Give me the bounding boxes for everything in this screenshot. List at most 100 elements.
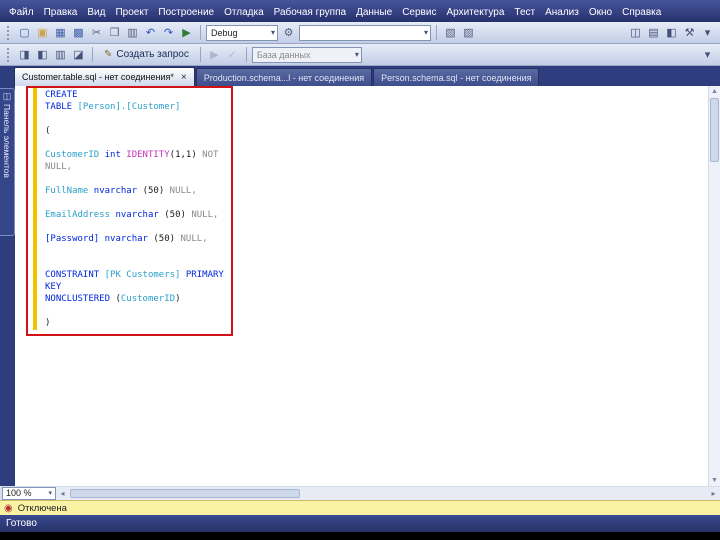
menu-item[interactable]: Тест bbox=[509, 5, 540, 20]
code-line: FullName nvarchar (50) NULL, bbox=[45, 186, 197, 196]
pencil-icon: ✎ bbox=[104, 49, 113, 60]
solution-config-combo[interactable]: Debug ▾ bbox=[206, 24, 278, 41]
menu-item[interactable]: Архитектура bbox=[441, 5, 509, 20]
overflow-chevron-icon[interactable]: ▾ bbox=[699, 46, 716, 63]
toolbar2-icons-right: ▾ bbox=[699, 46, 716, 63]
code-line: TABLE [Person].[Customer] bbox=[45, 102, 181, 112]
editor-horizontal-scrollbar[interactable]: ◂ ▸ bbox=[56, 486, 720, 500]
redo-icon[interactable]: ↷ bbox=[160, 24, 177, 41]
app-window: Файл Правка Вид Проект Построение Отладка Рабо… bbox=[0, 0, 720, 540]
main-area: ◫ Панель элементов CREATE TABLE [Person].… bbox=[0, 86, 720, 486]
menu-item[interactable]: Файл bbox=[4, 5, 39, 20]
save-all-icon[interactable]: ▩ bbox=[70, 24, 87, 41]
zoom-level-combo[interactable]: 100 % ▾ bbox=[2, 486, 56, 500]
menu-item[interactable]: Данные bbox=[351, 5, 397, 20]
toolbar1-icons-right: ◫ ▤ ◧ ⚒ ▾ bbox=[627, 24, 716, 41]
toolbar2-icons-left: ◨ ◧ ▥ ◪ bbox=[16, 46, 87, 63]
new-file-icon[interactable]: ▢ bbox=[16, 24, 33, 41]
document-tab[interactable]: Production.schema...l - нет соединения bbox=[195, 68, 373, 86]
database-combo-value: База данных bbox=[256, 49, 311, 60]
toolbar1-icons-mid: ⚙ bbox=[280, 24, 297, 41]
change-tracking-bar bbox=[33, 88, 37, 330]
menu-item[interactable]: Анализ bbox=[540, 5, 584, 20]
find-in-files-icon[interactable]: ▧ bbox=[442, 24, 459, 41]
tab-label: Person.schema.sql - нет соединения bbox=[381, 72, 532, 83]
menu-item[interactable]: Сервис bbox=[397, 5, 441, 20]
menu-item[interactable]: Справка bbox=[617, 5, 666, 20]
overflow-chevron-icon[interactable]: ▾ bbox=[699, 24, 716, 41]
status-bar: Готово bbox=[0, 515, 720, 532]
code-line: CONSTRAINT [PK Customers] PRIMARY bbox=[45, 270, 224, 280]
toolbar2-icons-mid: ▶ ✓ bbox=[206, 46, 241, 63]
execute-sql-icon[interactable]: ▶ bbox=[206, 46, 223, 63]
toolbar-grip[interactable] bbox=[7, 25, 11, 40]
toolbox-autohide-tab[interactable]: ◫ Панель элементов bbox=[0, 88, 15, 236]
menu-item[interactable]: Вид bbox=[82, 5, 110, 20]
menu-item[interactable]: Окно bbox=[584, 5, 617, 20]
tab-label: Customer.table.sql - нет соединения* bbox=[22, 72, 174, 82]
database-combo[interactable]: База данных ▾ bbox=[251, 46, 362, 63]
toolbar1-icons-left: ▢ ▣ ▦ ▩ ✂ ❐ ▥ ↶ ↷ ▶ bbox=[16, 24, 195, 41]
code-line: [Password] nvarchar (50) NULL, bbox=[45, 234, 208, 244]
save-icon[interactable]: ▦ bbox=[52, 24, 69, 41]
scroll-right-icon[interactable]: ▸ bbox=[707, 489, 720, 498]
data-compare-icon[interactable]: ◧ bbox=[34, 46, 51, 63]
close-tab-icon[interactable]: × bbox=[181, 72, 187, 83]
toolbar1-icons-find: ▧ ▨ bbox=[442, 24, 477, 41]
cut-icon[interactable]: ✂ bbox=[88, 24, 105, 41]
scroll-down-icon[interactable]: ▼ bbox=[711, 477, 718, 484]
tsql-editor-icon[interactable]: ▥ bbox=[52, 46, 69, 63]
validate-syntax-icon[interactable]: ✓ bbox=[224, 46, 241, 63]
database-project-icon[interactable]: ◪ bbox=[70, 46, 87, 63]
vertical-scroll-thumb[interactable] bbox=[710, 98, 719, 162]
toolbar-standard: ▢ ▣ ▦ ▩ ✂ ❐ ▥ ↶ ↷ ▶ Debug ▾ ⚙ ▾ ▧ ▨ ◫ ▤ ◧ ⚒ ▾ bbox=[0, 22, 720, 44]
menu-item[interactable]: Проект bbox=[110, 5, 153, 20]
toolbox-icon: ◫ bbox=[2, 91, 12, 101]
code-line: CREATE bbox=[45, 90, 78, 100]
code-line: ( bbox=[45, 126, 51, 136]
new-query-button[interactable]: ✎ Создать запрос bbox=[98, 46, 195, 64]
paste-icon[interactable]: ▥ bbox=[124, 24, 141, 41]
zoom-level-value: 100 % bbox=[6, 488, 32, 498]
disconnected-database-icon: ◉ bbox=[4, 502, 13, 514]
horizontal-scroll-thumb[interactable] bbox=[70, 488, 300, 498]
object-browser-icon[interactable]: ◧ bbox=[663, 24, 680, 41]
document-tabs: Customer.table.sql - нет соединения* × Pro… bbox=[0, 66, 720, 86]
undo-icon[interactable]: ↶ bbox=[142, 24, 159, 41]
document-tab[interactable]: Person.schema.sql - нет соединения bbox=[373, 68, 540, 86]
toolbar-separator bbox=[200, 25, 201, 40]
status-ready-text: Готово bbox=[6, 518, 37, 529]
toolbar-separator bbox=[245, 47, 247, 62]
toolbar-separator bbox=[92, 47, 93, 62]
find-combo[interactable]: ▾ bbox=[299, 24, 431, 41]
schema-compare-icon[interactable]: ◨ bbox=[16, 46, 33, 63]
toolbox-icon[interactable]: ⚒ bbox=[681, 24, 698, 41]
open-folder-icon[interactable]: ▣ bbox=[34, 24, 51, 41]
copy-icon[interactable]: ❐ bbox=[106, 24, 123, 41]
menu-item[interactable]: Рабочая группа bbox=[269, 5, 351, 20]
code-line: NULL, bbox=[45, 162, 73, 172]
navigate-back-icon[interactable]: ▨ bbox=[460, 24, 477, 41]
menu-item[interactable]: Построение bbox=[153, 5, 219, 20]
toolbar-grip[interactable] bbox=[7, 47, 11, 62]
chevron-down-icon: ▾ bbox=[354, 50, 359, 59]
menu-item[interactable]: Отладка bbox=[219, 5, 269, 20]
build-settings-icon[interactable]: ⚙ bbox=[280, 24, 297, 41]
properties-window-icon[interactable]: ▤ bbox=[645, 24, 662, 41]
menu-item[interactable]: Правка bbox=[39, 5, 83, 20]
code-editor[interactable]: CREATE TABLE [Person].[Customer] ( Custom… bbox=[15, 86, 720, 486]
toolbar-separator bbox=[199, 47, 201, 62]
document-tab[interactable]: Customer.table.sql - нет соединения* × bbox=[14, 67, 195, 86]
start-debug-icon[interactable]: ▶ bbox=[178, 24, 195, 41]
code-line: CustomerID int IDENTITY(1,1) NOT bbox=[45, 150, 219, 160]
solution-explorer-icon[interactable]: ◫ bbox=[627, 24, 644, 41]
scroll-up-icon[interactable]: ▲ bbox=[711, 88, 718, 95]
chevron-down-icon: ▾ bbox=[270, 28, 275, 37]
scroll-left-icon[interactable]: ◂ bbox=[56, 489, 69, 498]
